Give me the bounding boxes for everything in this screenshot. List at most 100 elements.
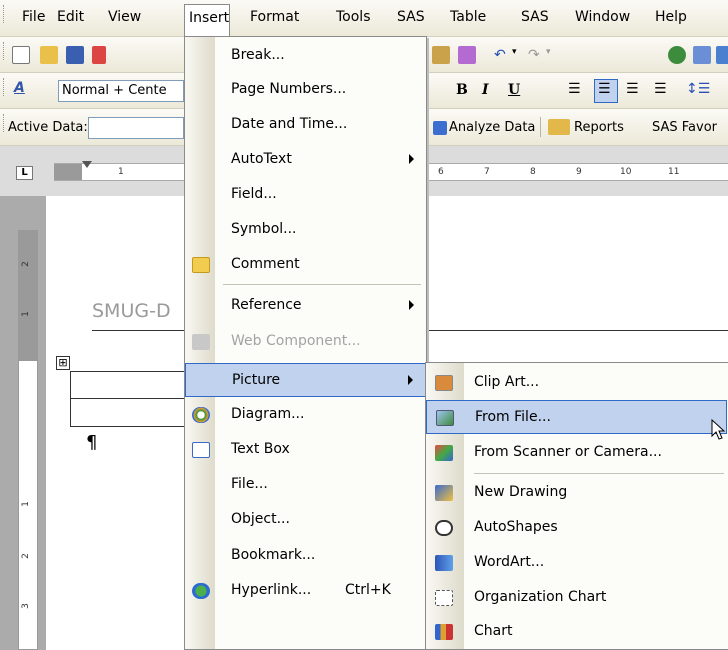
menu-file[interactable]: File bbox=[22, 9, 45, 25]
menu-item-autoshapes[interactable]: AutoShapes bbox=[426, 511, 727, 545]
format-painter-icon[interactable] bbox=[458, 46, 476, 64]
menu-item-field[interactable]: Field... bbox=[185, 178, 426, 212]
new-document-icon[interactable] bbox=[12, 46, 30, 64]
menu-bar: File Edit View Insert Format Tools SAS T… bbox=[0, 0, 728, 37]
menu-tools[interactable]: Tools bbox=[336, 9, 371, 25]
menu-insert[interactable]: Insert bbox=[184, 4, 230, 37]
ruler-number: 6 bbox=[438, 167, 444, 177]
menu-item-diagram[interactable]: Diagram... bbox=[185, 398, 426, 432]
menu-item-label: Hyperlink... bbox=[231, 582, 312, 598]
insert-menu: Break... Page Numbers... Date and Time..… bbox=[184, 36, 427, 650]
wordart-icon bbox=[435, 555, 453, 571]
ruler-number: 1 bbox=[20, 501, 31, 507]
org-chart-icon bbox=[435, 590, 453, 606]
ruler-margin-shade bbox=[19, 231, 37, 361]
first-line-indent-marker[interactable] bbox=[82, 161, 92, 168]
ruler-number: 10 bbox=[620, 167, 632, 177]
menu-item-bookmark[interactable]: Bookmark... bbox=[185, 539, 426, 573]
menu-item-organization-chart[interactable]: Organization Chart bbox=[426, 581, 727, 615]
undo-dropdown-icon[interactable]: ▾ bbox=[512, 47, 517, 57]
table-move-handle[interactable]: ⊞ bbox=[56, 356, 70, 370]
align-left-icon[interactable]: ☰ bbox=[568, 81, 581, 97]
scanner-icon bbox=[435, 445, 453, 461]
menu-window[interactable]: Window bbox=[575, 9, 630, 25]
menu-item-label: Symbol... bbox=[231, 221, 297, 237]
ruler-number: 1 bbox=[20, 311, 31, 317]
menu-item-wordart[interactable]: WordArt... bbox=[426, 546, 727, 580]
permission-icon[interactable] bbox=[92, 46, 106, 64]
menu-edit[interactable]: Edit bbox=[57, 9, 84, 25]
active-data-combo[interactable] bbox=[88, 117, 184, 139]
redo-dropdown-icon[interactable]: ▾ bbox=[546, 47, 551, 57]
menu-item-new-drawing[interactable]: New Drawing bbox=[426, 476, 727, 510]
menu-item-text-box[interactable]: Text Box bbox=[185, 433, 426, 467]
ruler-number: 1 bbox=[118, 167, 124, 177]
menu-item-symbol[interactable]: Symbol... bbox=[185, 213, 426, 247]
menu-item-picture[interactable]: Picture bbox=[185, 363, 426, 397]
toolbar-grip-2[interactable] bbox=[3, 78, 6, 96]
bold-icon[interactable]: B bbox=[456, 82, 468, 98]
toolbar-grip[interactable] bbox=[3, 42, 6, 60]
menu-item-comment[interactable]: Comment bbox=[185, 248, 426, 282]
menu-item-hyperlink[interactable]: Hyperlink... Ctrl+K bbox=[185, 574, 426, 608]
menu-item-from-file[interactable]: From File... bbox=[426, 400, 727, 434]
menu-item-label: Comment bbox=[231, 256, 300, 272]
analyze-data-button[interactable]: Analyze Data bbox=[449, 120, 535, 135]
menu-item-label: Field... bbox=[231, 186, 277, 202]
open-folder-icon[interactable] bbox=[40, 46, 58, 64]
italic-icon[interactable]: I bbox=[482, 82, 489, 98]
menu-item-label: Break... bbox=[231, 47, 285, 63]
align-center-icon[interactable]: ☰ bbox=[598, 81, 611, 97]
tab-selector-icon[interactable]: L bbox=[16, 166, 33, 180]
menu-item-label: From File... bbox=[475, 409, 551, 425]
menu-item-label: Date and Time... bbox=[231, 116, 348, 132]
styles-formatting-icon[interactable]: A bbox=[14, 80, 25, 96]
menu-view[interactable]: View bbox=[108, 9, 141, 25]
menu-item-page-numbers[interactable]: Page Numbers... bbox=[185, 73, 426, 107]
clip-art-icon bbox=[435, 375, 453, 391]
reports-button[interactable]: Reports bbox=[574, 120, 624, 135]
hyperlink-toolbar-icon[interactable] bbox=[668, 46, 686, 64]
menu-help[interactable]: Help bbox=[655, 9, 687, 25]
paste-icon[interactable] bbox=[432, 46, 450, 64]
align-right-icon[interactable]: ☰ bbox=[626, 81, 639, 97]
redo-icon[interactable]: ↷ bbox=[528, 47, 540, 63]
menu-item-from-scanner[interactable]: From Scanner or Camera... bbox=[426, 436, 727, 470]
from-file-icon bbox=[436, 410, 454, 426]
ruler-number: 9 bbox=[576, 167, 582, 177]
menu-item-label: Reference bbox=[231, 297, 302, 313]
menu-bar-grip[interactable] bbox=[3, 5, 6, 23]
diagram-icon bbox=[192, 407, 210, 423]
underline-icon[interactable]: U bbox=[508, 82, 520, 98]
toolbar-grip-3[interactable] bbox=[3, 114, 6, 132]
insert-table-icon[interactable] bbox=[716, 46, 728, 64]
sas-favorites-button[interactable]: SAS Favor bbox=[652, 120, 717, 135]
menu-item-chart[interactable]: Chart bbox=[426, 615, 727, 649]
tables-borders-icon[interactable] bbox=[693, 46, 711, 64]
save-icon[interactable] bbox=[66, 46, 84, 64]
menu-item-object[interactable]: Object... bbox=[185, 503, 426, 537]
ruler-number: 7 bbox=[484, 167, 490, 177]
undo-icon[interactable]: ↶ bbox=[494, 47, 506, 63]
menu-item-web-component[interactable]: Web Component... bbox=[185, 325, 426, 359]
picture-submenu: Clip Art... From File... From Scanner or… bbox=[425, 362, 728, 650]
menu-item-file[interactable]: File... bbox=[185, 468, 426, 502]
justify-icon[interactable]: ☰ bbox=[654, 81, 667, 97]
menu-table[interactable]: Table bbox=[450, 9, 486, 25]
line-spacing-icon[interactable]: ↕☰ bbox=[686, 81, 710, 97]
menu-format[interactable]: Format bbox=[250, 9, 299, 25]
menu-item-label: AutoShapes bbox=[474, 519, 558, 535]
menu-item-reference[interactable]: Reference bbox=[185, 289, 426, 323]
menu-sas-2[interactable]: SAS bbox=[521, 9, 549, 25]
menu-item-break[interactable]: Break... bbox=[185, 39, 426, 73]
style-combo[interactable]: Normal + Cente bbox=[58, 80, 184, 102]
menu-sas[interactable]: SAS bbox=[397, 9, 425, 25]
ruler-margin-shade bbox=[54, 164, 82, 180]
menu-item-date-time[interactable]: Date and Time... bbox=[185, 108, 426, 142]
menu-item-label: From Scanner or Camera... bbox=[474, 444, 662, 460]
ruler-number: 11 bbox=[668, 167, 680, 177]
vertical-ruler[interactable]: 2 1 1 2 3 bbox=[18, 230, 38, 650]
menu-item-clip-art[interactable]: Clip Art... bbox=[426, 366, 727, 400]
menu-item-autotext[interactable]: AutoText bbox=[185, 143, 426, 177]
ruler-number: 2 bbox=[20, 261, 31, 267]
